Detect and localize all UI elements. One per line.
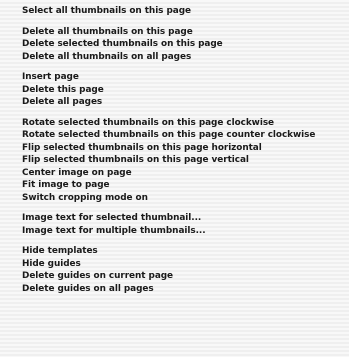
- menu-item-hide-templates[interactable]: Hide templates: [0, 245, 349, 258]
- menu-item-switch-cropping-mode[interactable]: Switch cropping mode on: [0, 192, 349, 205]
- menu-group-delete-thumbnails: Delete all thumbnails on this page Delet…: [0, 26, 349, 64]
- menu-item-delete-guides-current-page[interactable]: Delete guides on current page: [0, 270, 349, 283]
- menu-item-delete-selected-thumbnails-this-page[interactable]: Delete selected thumbnails on this page: [0, 38, 349, 51]
- menu-item-select-all-thumbnails-this-page[interactable]: Select all thumbnails on this page: [0, 5, 349, 18]
- menu-item-image-text-multiple[interactable]: Image text for multiple thumbnails...: [0, 225, 349, 238]
- context-menu: Select all thumbnails on this page Delet…: [0, 0, 349, 357]
- menu-item-rotate-clockwise[interactable]: Rotate selected thumbnails on this page …: [0, 117, 349, 130]
- menu-item-delete-all-thumbnails-all-pages[interactable]: Delete all thumbnails on all pages: [0, 51, 349, 64]
- menu-group-templates-guides: Hide templates Hide guides Delete guides…: [0, 245, 349, 295]
- menu-item-hide-guides[interactable]: Hide guides: [0, 258, 349, 271]
- menu-item-flip-vertical[interactable]: Flip selected thumbnails on this page ve…: [0, 154, 349, 167]
- menu-item-image-text-selected[interactable]: Image text for selected thumbnail...: [0, 212, 349, 225]
- menu-item-delete-all-pages[interactable]: Delete all pages: [0, 96, 349, 109]
- menu-item-flip-horizontal[interactable]: Flip selected thumbnails on this page ho…: [0, 142, 349, 155]
- menu-item-insert-page[interactable]: Insert page: [0, 71, 349, 84]
- menu-group-selection: Select all thumbnails on this page: [0, 5, 349, 18]
- menu-item-delete-this-page[interactable]: Delete this page: [0, 84, 349, 97]
- menu-group-transform: Rotate selected thumbnails on this page …: [0, 117, 349, 205]
- menu-item-delete-guides-all-pages[interactable]: Delete guides on all pages: [0, 283, 349, 296]
- menu-item-rotate-counter-clockwise[interactable]: Rotate selected thumbnails on this page …: [0, 129, 349, 142]
- menu-item-center-image[interactable]: Center image on page: [0, 167, 349, 180]
- menu-group-image-text: Image text for selected thumbnail... Ima…: [0, 212, 349, 237]
- menu-item-delete-all-thumbnails-this-page[interactable]: Delete all thumbnails on this page: [0, 26, 349, 39]
- menu-item-fit-image[interactable]: Fit image to page: [0, 179, 349, 192]
- menu-group-pages: Insert page Delete this page Delete all …: [0, 71, 349, 109]
